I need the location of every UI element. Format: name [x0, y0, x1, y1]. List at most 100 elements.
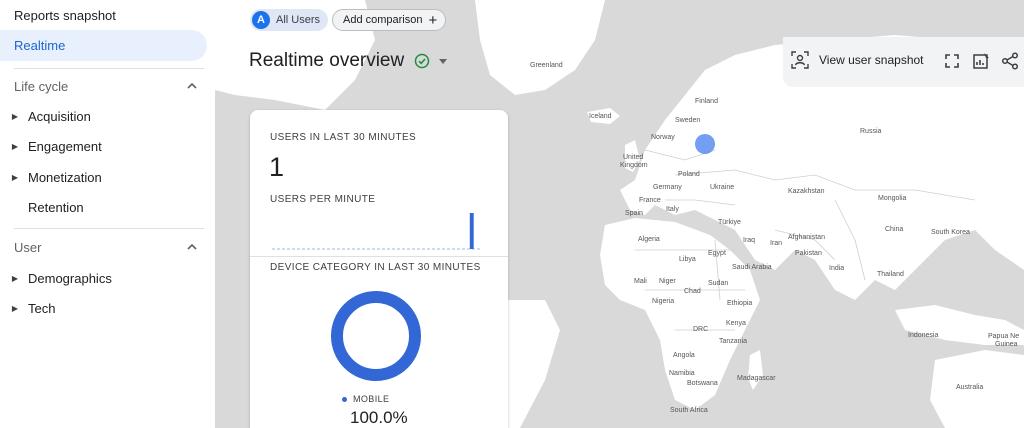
sidebar-item-demographics[interactable]: ▶ Demographics [0, 263, 210, 293]
user-snapshot-icon [791, 51, 809, 69]
map-label: Chad [684, 288, 701, 295]
share-icon[interactable] [1001, 52, 1019, 70]
device-legend: MOBILE [342, 394, 389, 404]
map-label: Indonesia [908, 332, 939, 339]
sidebar-item-label: Realtime [14, 38, 66, 53]
device-category-label: DEVICE CATEGORY IN LAST 30 MINUTES [270, 262, 481, 273]
sidebar-item-reports-snapshot[interactable]: Reports snapshot [14, 0, 116, 30]
expand-arrow-icon: ▶ [11, 273, 19, 283]
page-title-row: Realtime overview [249, 50, 448, 72]
add-comparison-label: Add comparison [343, 14, 423, 26]
view-user-snapshot-label: View user snapshot [819, 53, 924, 67]
expand-arrow-icon: ▶ [11, 111, 19, 121]
user-location-marker [695, 134, 715, 154]
segment-badge: A [252, 11, 270, 29]
map-label: Thailand [877, 271, 904, 278]
page-title: Realtime overview [249, 50, 405, 71]
map-label: France [639, 197, 661, 204]
fullscreen-icon[interactable] [943, 52, 961, 70]
sidebar-item-label: Retention [28, 199, 84, 215]
sidebar-divider [14, 228, 204, 229]
section-lifecycle[interactable]: Life cycle [14, 72, 199, 100]
analytics-app: Reports snapshot Realtime Life cycle ▶ A… [0, 0, 1024, 428]
sidebar-item-label: Monetization [28, 169, 102, 185]
map-label: United [623, 154, 644, 161]
sidebar-item-tech[interactable]: ▶ Tech [0, 293, 210, 323]
users-per-minute-chart[interactable] [272, 210, 482, 252]
map-label: Australia [956, 384, 984, 391]
map-label: Ukraine [710, 184, 735, 191]
sidebar: Reports snapshot Realtime Life cycle ▶ A… [0, 0, 215, 428]
customize-report-icon[interactable] [972, 52, 990, 70]
section-user[interactable]: User [14, 233, 199, 261]
map-label: Türkiye [718, 219, 741, 226]
users-per-minute-label: USERS PER MINUTE [270, 194, 376, 205]
card-divider [250, 256, 508, 257]
map-label: Namibia [669, 370, 695, 377]
sidebar-item-retention[interactable]: Retention [0, 192, 210, 222]
expand-arrow-icon: ▶ [11, 172, 19, 182]
sidebar-item-label: Tech [28, 300, 56, 316]
chevron-up-icon [187, 82, 197, 89]
map-label: Guinea [995, 341, 1018, 348]
map-label: Finland [695, 98, 718, 105]
map-label: Kingdom [620, 162, 648, 169]
map-label: Greenland [530, 62, 563, 69]
sidebar-item-engagement[interactable]: ▶ Engagement [0, 131, 210, 161]
map-label: South Korea [931, 229, 970, 236]
expand-arrow-icon: ▶ [11, 303, 19, 313]
segment-label: All Users [276, 14, 321, 26]
section-label: User [14, 239, 42, 255]
map-label: Ethiopia [727, 300, 753, 307]
realtime-stats-card: USERS IN LAST 30 MINUTES 1 USERS PER MIN… [250, 110, 508, 428]
map-label: Poland [678, 171, 700, 178]
view-user-snapshot-button[interactable]: View user snapshot [791, 51, 924, 69]
sidebar-item-label: Demographics [28, 270, 112, 286]
sidebar-item-acquisition[interactable]: ▶ Acquisition [0, 101, 210, 131]
expand-arrow-icon: ▶ [11, 141, 19, 151]
sidebar-item-label: Reports snapshot [14, 7, 116, 23]
map-label: Libya [679, 256, 696, 263]
map-label: Egypt [708, 250, 726, 257]
map-label: Kenya [726, 320, 746, 327]
map-label: Kazakhstan [788, 188, 825, 195]
section-label: Life cycle [14, 78, 69, 94]
map-label: Botswana [687, 380, 718, 387]
map-label: Germany [653, 184, 682, 191]
map-label: Italy [666, 206, 679, 213]
map-label: Afghanistan [788, 234, 825, 241]
map-label: South Africa [670, 407, 708, 414]
map-label: Niger [659, 278, 676, 285]
users-per-minute-bar[interactable] [469, 213, 474, 249]
map-label: Madagascar [737, 375, 776, 382]
map-label: Algeria [638, 236, 660, 243]
add-comparison-button[interactable]: Add comparison + [332, 9, 447, 31]
plus-icon: + [428, 11, 438, 29]
device-donut-chart[interactable] [330, 290, 422, 382]
map-label: Saudi Arabia [732, 264, 772, 271]
map-label: Tanzania [719, 338, 748, 345]
map-label: Iran [770, 240, 783, 247]
sidebar-item-monetization[interactable]: ▶ Monetization [0, 162, 210, 192]
sidebar-divider [14, 68, 204, 69]
map-label: DRC [693, 326, 709, 333]
donut-slice-mobile[interactable] [331, 291, 421, 381]
map-label: Norway [651, 134, 675, 141]
title-dropdown-icon[interactable] [439, 58, 448, 64]
chevron-up-icon [187, 243, 197, 250]
legend-label-mobile: MOBILE [353, 394, 390, 404]
map-label: Iceland [589, 113, 612, 120]
sidebar-item-label: Acquisition [28, 108, 91, 124]
sidebar-item-realtime[interactable]: Realtime [0, 30, 207, 61]
map-label: Papua Ne [988, 333, 1020, 340]
map-label: Mali [634, 278, 647, 285]
map-label: Angola [673, 352, 695, 359]
map-label: China [885, 226, 904, 233]
sidebar-item-label: Engagement [28, 138, 102, 154]
legend-dot-mobile [342, 396, 347, 402]
report-toolbar: View user snapshot [783, 37, 1024, 87]
segment-chip-all-users[interactable]: A All Users [250, 9, 329, 31]
map-label: Iraq [743, 237, 756, 244]
map-label: Spain [625, 210, 643, 217]
realtime-map-area: Greenland Iceland Finland Sweden Norway … [215, 0, 1024, 428]
